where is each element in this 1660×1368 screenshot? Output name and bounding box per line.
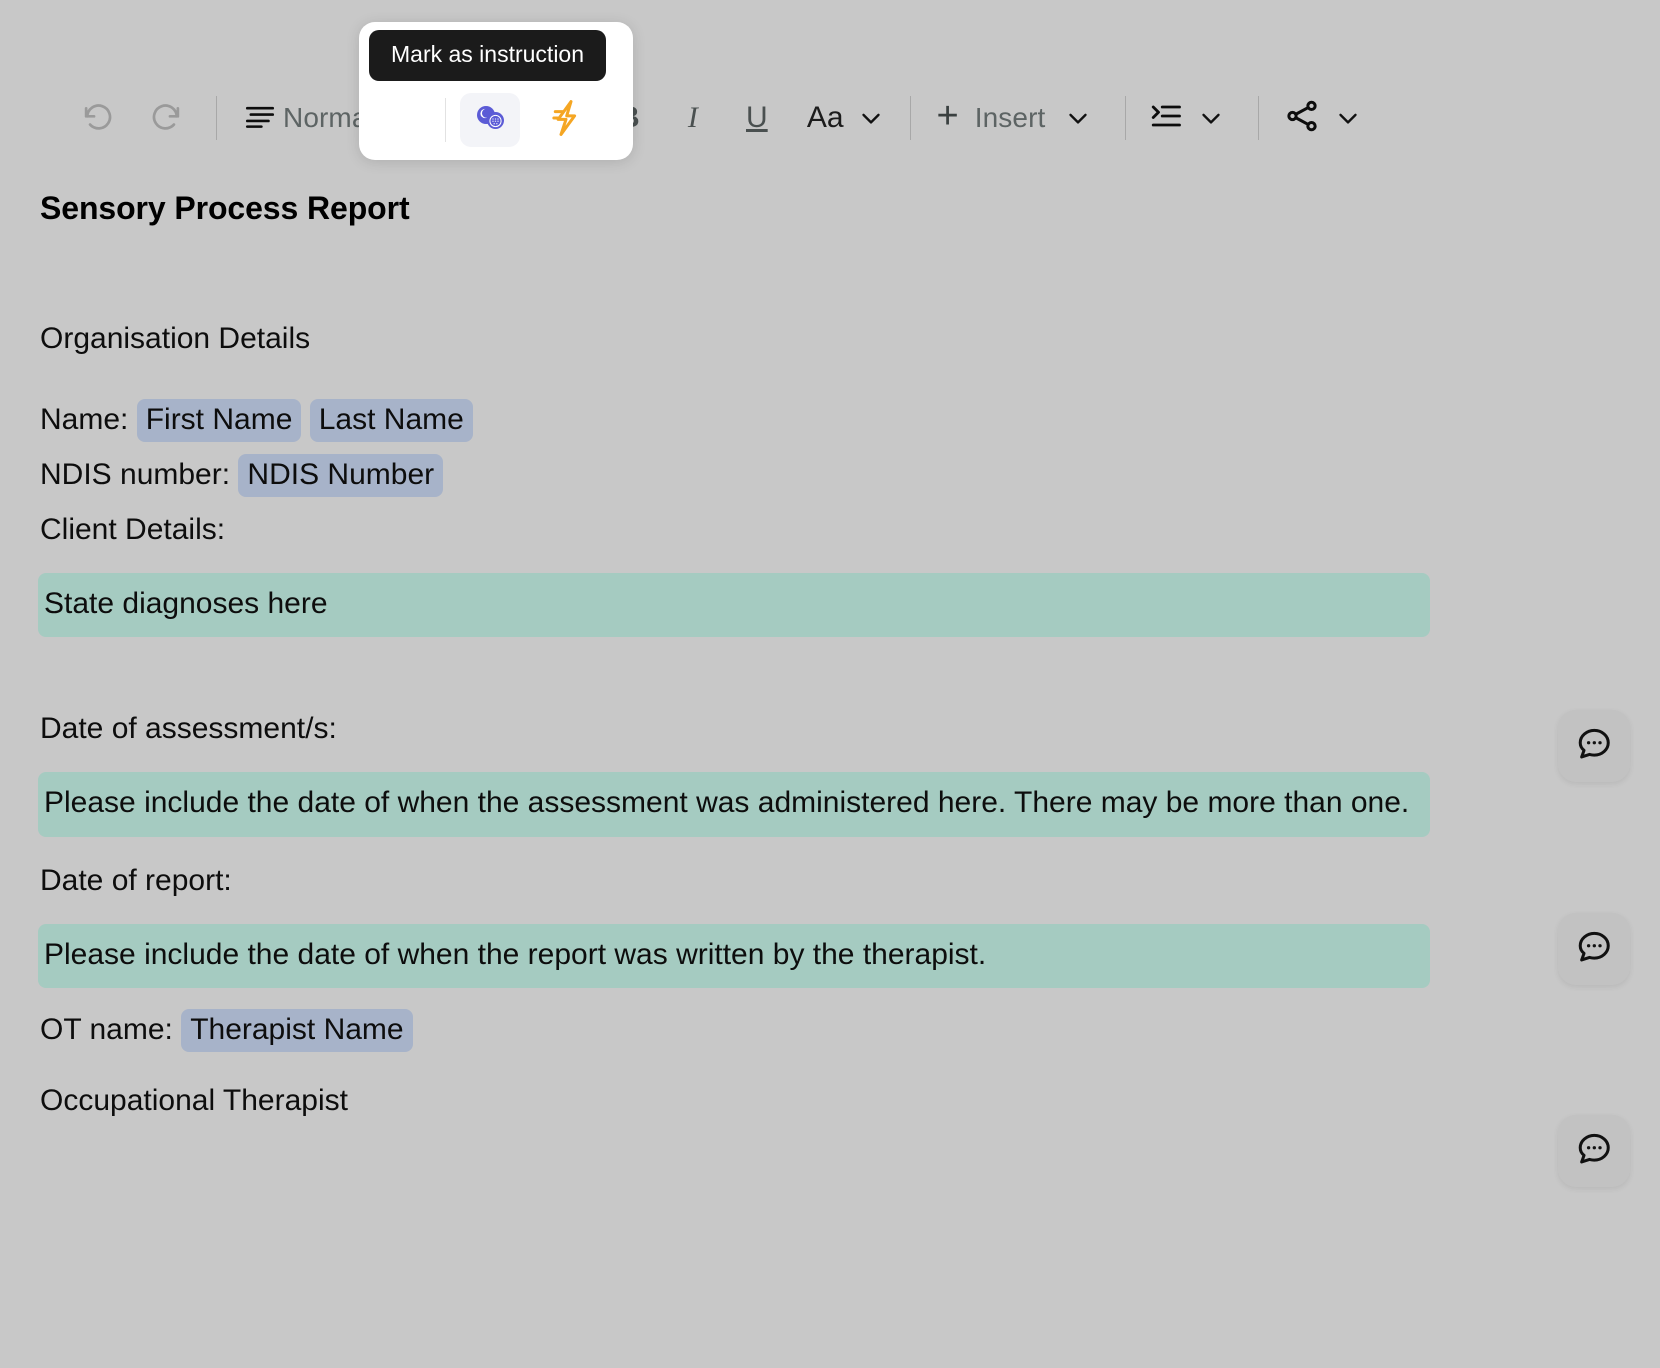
insert-button[interactable]: + Insert [919,92,1096,144]
text-format-group: B I U Aa [597,92,888,144]
chevron-down-icon[interactable] [1061,101,1095,135]
undo-icon [79,97,117,140]
instruction-popup: Mark as instruction [359,22,633,160]
underline-button[interactable]: U [725,92,789,144]
redo-button[interactable] [140,92,192,144]
chevron-down-icon[interactable] [1331,101,1365,135]
last-name-chip[interactable]: Last Name [309,399,473,442]
popup-divider [445,98,446,142]
chevron-down-icon[interactable] [1194,101,1228,135]
lightning-bolt-icon [548,98,584,143]
ndis-label: NDIS number: [40,458,231,491]
first-name-chip[interactable]: First Name [136,399,302,442]
mark-as-instruction-button[interactable] [460,93,520,147]
assessment-date-label: Date of assessment/s: [40,712,337,746]
client-details-label: Client Details: [40,513,226,546]
comment-bubble-icon [1575,725,1613,768]
document-body[interactable]: Sensory Process Report Organisation Deta… [0,190,1660,1120]
name-label: Name: [40,403,129,436]
editor-toolbar: Normal B I U Aa + Insert [0,78,1660,158]
ot-name-row: OT name: Therapist Name [0,1009,1660,1053]
plus-icon: + [936,95,959,137]
tooltip: Mark as instruction [369,30,607,81]
occupation-line: Occupational Therapist [40,1084,348,1118]
chevron-down-icon[interactable] [854,101,888,135]
diagnoses-highlight-block[interactable]: State diagnoses here [38,573,1430,638]
font-button-label: Aa [806,101,844,134]
report-date-highlight-block[interactable]: Please include the date of when the repo… [38,923,1430,989]
popup-action-row [359,80,633,160]
ndis-row: NDIS number: NDIS Number [0,454,1660,510]
paragraph-align-icon [243,99,277,138]
redo-icon [147,97,185,140]
toolbar-divider-3 [909,96,911,140]
italic-button[interactable]: I [661,92,725,144]
ot-name-label: OT name: [40,1013,173,1047]
page-title: Sensory Process Report [40,190,410,226]
section-heading-organisation: Organisation Details [40,322,311,355]
indent-icon [1148,98,1184,139]
share-icon [1283,97,1321,140]
comment-bubble-icon [1575,1130,1613,1173]
toolbar-divider-1 [216,96,217,140]
report-date-label: Date of report: [40,863,232,897]
comment-button[interactable] [1558,710,1630,782]
comment-button[interactable] [1558,1115,1630,1187]
toolbar-divider-4 [1125,96,1127,140]
assessment-date-highlight-block[interactable]: Please include the date of when the asse… [38,772,1430,837]
comment-button[interactable] [1558,913,1630,985]
therapist-name-chip[interactable]: Therapist Name [181,1009,413,1053]
share-button[interactable] [1283,92,1365,144]
toolbar-divider-5 [1258,96,1260,140]
insert-label: Insert [974,102,1046,133]
undo-button[interactable] [72,92,124,144]
instruction-circles-icon [473,101,507,140]
ai-suggest-button[interactable] [538,93,594,147]
font-button[interactable]: Aa [789,92,888,144]
ndis-number-chip[interactable]: NDIS Number [238,454,444,497]
name-row: Name: First Name Last Name [0,399,1660,455]
comment-bubble-icon [1575,928,1613,971]
indent-button[interactable] [1148,92,1228,144]
